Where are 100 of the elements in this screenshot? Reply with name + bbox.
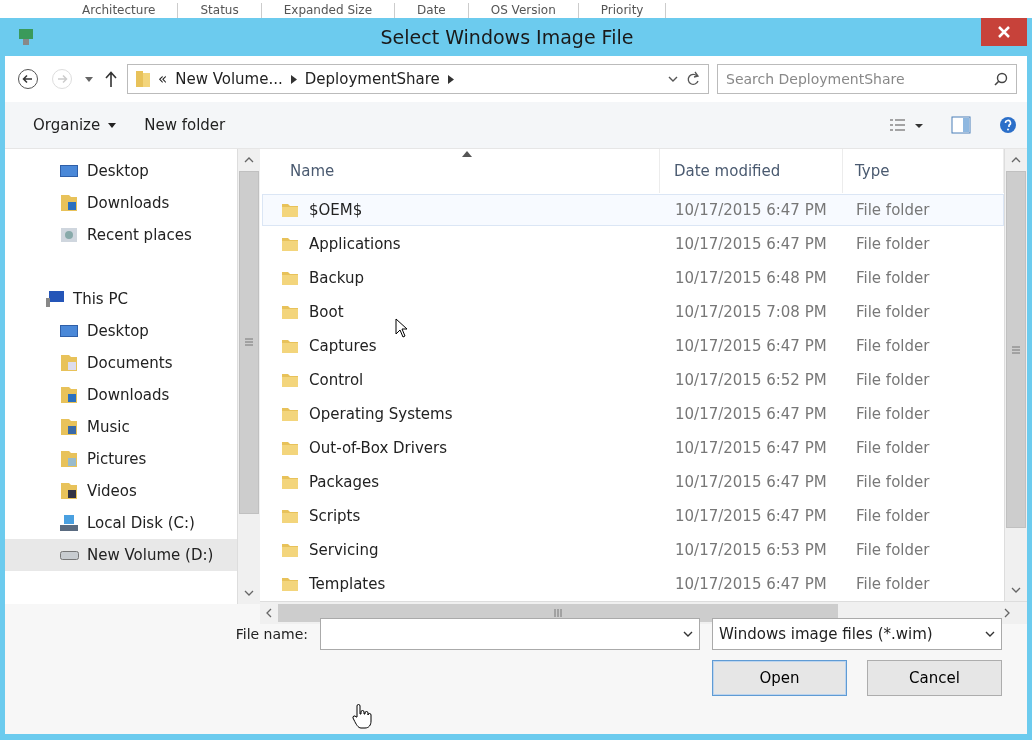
type-cell-text: File folder: [855, 337, 931, 355]
video-folder-icon: [61, 483, 77, 499]
nav-item[interactable]: Music: [5, 411, 237, 443]
back-button[interactable]: [15, 66, 41, 92]
file-row[interactable]: Boot 10/17/2015 7:08 PM File folder: [262, 296, 1004, 328]
type-cell-text: File folder: [855, 235, 931, 253]
window-title: Select Windows Image File: [379, 26, 635, 48]
folder-icon: [136, 71, 150, 87]
drive-icon: [59, 550, 79, 560]
nav-item[interactable]: Documents: [5, 347, 237, 379]
type-cell-text: File folder: [855, 405, 931, 423]
search-field[interactable]: Search DeploymentShare: [717, 64, 1017, 94]
app-icon: [19, 29, 33, 45]
nav-item[interactable]: Local Disk (C:): [5, 507, 237, 539]
date-cell-text: 10/17/2015 6:47 PM: [674, 575, 828, 593]
file-name: Templates: [309, 575, 386, 593]
cancel-button[interactable]: Cancel: [867, 660, 1002, 696]
file-name: Operating Systems: [309, 405, 453, 423]
file-name-field[interactable]: [320, 618, 700, 650]
nav-item[interactable]: New Volume (D:): [5, 539, 237, 571]
file-name: Backup: [309, 269, 364, 287]
file-row[interactable]: Applications 10/17/2015 6:47 PM File folder: [262, 228, 1004, 260]
date-cell-text: 10/17/2015 6:47 PM: [674, 405, 828, 423]
search-icon[interactable]: [994, 72, 1008, 86]
date-cell-text: 10/17/2015 6:53 PM: [674, 541, 828, 559]
folder-icon: [281, 203, 299, 217]
scrollbar[interactable]: [1004, 149, 1027, 601]
grip-icon: [554, 609, 562, 617]
document-folder-icon: [61, 355, 77, 371]
nav-item[interactable]: Downloads: [5, 187, 237, 219]
folder-icon: [281, 305, 299, 319]
nav-item[interactable]: Videos: [5, 475, 237, 507]
breadcrumb[interactable]: DeploymentShare: [304, 70, 440, 88]
file-row[interactable]: Scripts 10/17/2015 6:47 PM File folder: [262, 500, 1004, 532]
file-row[interactable]: Backup 10/17/2015 6:48 PM File folder: [262, 262, 1004, 294]
close-icon: [998, 26, 1010, 38]
folder-icon: [281, 543, 299, 557]
breadcrumb[interactable]: New Volume...: [175, 70, 283, 88]
dropdown-icon: [683, 630, 693, 638]
close-button[interactable]: [981, 18, 1027, 46]
folder-icon: [281, 237, 299, 251]
file-name: $OEM$: [309, 201, 363, 219]
view-options-icon[interactable]: [889, 119, 923, 131]
file-name: Control: [309, 371, 364, 389]
file-row[interactable]: Operating Systems 10/17/2015 6:47 PM File folder: [262, 398, 1004, 430]
download-folder-icon: [61, 195, 77, 211]
file-name: Captures: [309, 337, 377, 355]
folder-icon: [281, 577, 299, 591]
nav-item[interactable]: Recent places: [5, 219, 237, 251]
type-cell-text: File folder: [855, 575, 931, 593]
refresh-icon[interactable]: [686, 71, 700, 87]
nav-item[interactable]: Pictures: [5, 443, 237, 475]
chevron-icon: [447, 74, 454, 84]
nav-item[interactable]: Desktop: [5, 155, 237, 187]
monitor-icon: [60, 165, 78, 177]
breadcrumb-overflow[interactable]: «: [158, 70, 168, 88]
file-row[interactable]: $OEM$ 10/17/2015 6:47 PM File folder: [262, 194, 1004, 226]
scrollbar[interactable]: [237, 149, 260, 604]
caret-icon: [108, 122, 117, 128]
file-name: Boot: [309, 303, 344, 321]
file-row[interactable]: Templates 10/17/2015 6:47 PM File folder: [262, 568, 1004, 600]
date-cell-text: 10/17/2015 6:47 PM: [674, 507, 828, 525]
recent-places-icon: [61, 228, 77, 242]
new-folder-button[interactable]: New folder: [144, 116, 226, 134]
dropdown-icon[interactable]: [668, 75, 678, 83]
column-header[interactable]: Date modified: [660, 149, 843, 193]
file-name: Packages: [309, 473, 379, 491]
organize-button[interactable]: Organize: [33, 116, 117, 134]
file-name: Applications: [309, 235, 401, 253]
folder-icon: [281, 339, 299, 353]
file-row[interactable]: Captures 10/17/2015 6:47 PM File folder: [262, 330, 1004, 362]
type-cell-text: File folder: [855, 269, 931, 287]
type-cell-text: File folder: [855, 303, 931, 321]
file-row[interactable]: Packages 10/17/2015 6:47 PM File folder: [262, 466, 1004, 498]
folder-icon: [281, 373, 299, 387]
recent-locations-button[interactable]: [83, 74, 95, 84]
type-cell-text: File folder: [855, 201, 931, 219]
address-bar[interactable]: « New Volume... DeploymentShare: [127, 64, 709, 94]
type-cell-text: File folder: [855, 507, 931, 525]
nav-item[interactable]: Downloads: [5, 379, 237, 411]
hand-cursor-icon: [352, 703, 372, 729]
file-type-dropdown[interactable]: Windows image files (*.wim): [712, 618, 1002, 650]
folder-icon: [281, 475, 299, 489]
nav-item[interactable]: Desktop: [5, 315, 237, 347]
sort-arrow-icon: [462, 151, 472, 157]
type-cell-text: File folder: [855, 371, 931, 389]
folder-icon: [281, 441, 299, 455]
file-row[interactable]: Control 10/17/2015 6:52 PM File folder: [262, 364, 1004, 396]
help-icon[interactable]: [999, 116, 1017, 134]
date-cell-text: 10/17/2015 7:08 PM: [674, 303, 828, 321]
type-cell-text: File folder: [855, 473, 931, 491]
file-row[interactable]: Servicing 10/17/2015 6:53 PM File folder: [262, 534, 1004, 566]
dropdown-icon: [985, 630, 995, 638]
date-cell-text: 10/17/2015 6:48 PM: [674, 269, 828, 287]
file-row[interactable]: Out-of-Box Drivers 10/17/2015 6:47 PM File folder: [262, 432, 1004, 464]
open-button[interactable]: Open: [712, 660, 847, 696]
nav-item[interactable]: This PC: [5, 283, 237, 315]
download-folder-icon: [61, 387, 77, 403]
folder-icon: [281, 407, 299, 421]
up-button[interactable]: [103, 69, 119, 89]
